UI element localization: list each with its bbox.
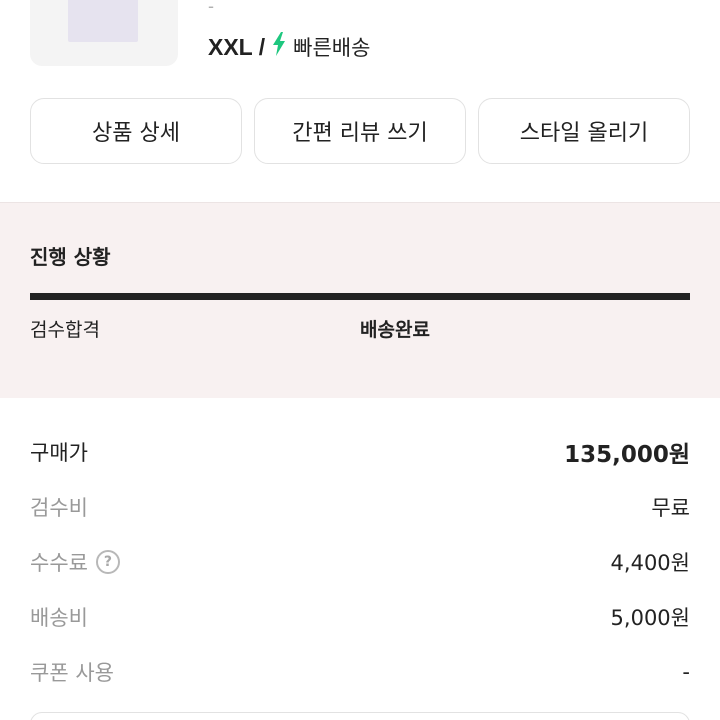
price-value: 4,400원: [610, 551, 690, 575]
price-row-shipping-fee: 배송비 5,000원: [30, 597, 690, 637]
product-option-line: XXL / 빠른배송: [208, 32, 370, 62]
step-inspection-passed: 검수합격: [30, 319, 100, 341]
help-icon[interactable]: ?: [95, 550, 120, 574]
price-label-wrap: 수수료 ?: [30, 547, 120, 577]
price-value: 135,000원: [564, 442, 690, 468]
price-value: 5,000원: [610, 606, 690, 630]
bottom-card: [30, 712, 690, 720]
upload-style-button[interactable]: 스타일 올리기: [478, 98, 690, 164]
price-row-purchase: 구매가 135,000원: [30, 432, 690, 472]
price-value: 무료: [651, 496, 690, 520]
product-image: [68, 0, 138, 42]
progress-title: 진행 상황: [30, 245, 111, 269]
price-label: 수수료: [30, 551, 88, 575]
lightning-bolt-icon: [271, 32, 287, 62]
price-row-commission: 수수료 ? 4,400원: [30, 542, 690, 582]
price-label: 구매가: [30, 441, 88, 465]
price-value: -: [682, 660, 690, 684]
price-row-coupon: 쿠폰 사용 -: [30, 652, 690, 692]
progress-bar: [30, 293, 690, 300]
product-name-dash: -: [208, 0, 214, 16]
price-row-inspection-fee: 검수비 무료: [30, 487, 690, 527]
option-separator: /: [258, 33, 266, 60]
price-label: 쿠폰 사용: [30, 661, 114, 685]
product-thumbnail[interactable]: [30, 0, 178, 66]
step-delivered: 배송완료: [360, 319, 430, 341]
product-detail-button[interactable]: 상품 상세: [30, 98, 242, 164]
product-size: XXL: [208, 33, 253, 60]
price-label: 배송비: [30, 606, 88, 630]
price-label: 검수비: [30, 496, 88, 520]
write-review-button[interactable]: 간편 리뷰 쓰기: [254, 98, 466, 164]
fast-shipping-label: 빠른배송: [293, 36, 371, 60]
action-buttons: 상품 상세 간편 리뷰 쓰기 스타일 올리기: [30, 98, 690, 164]
progress-section: 진행 상황 검수합격 배송완료: [0, 202, 720, 398]
